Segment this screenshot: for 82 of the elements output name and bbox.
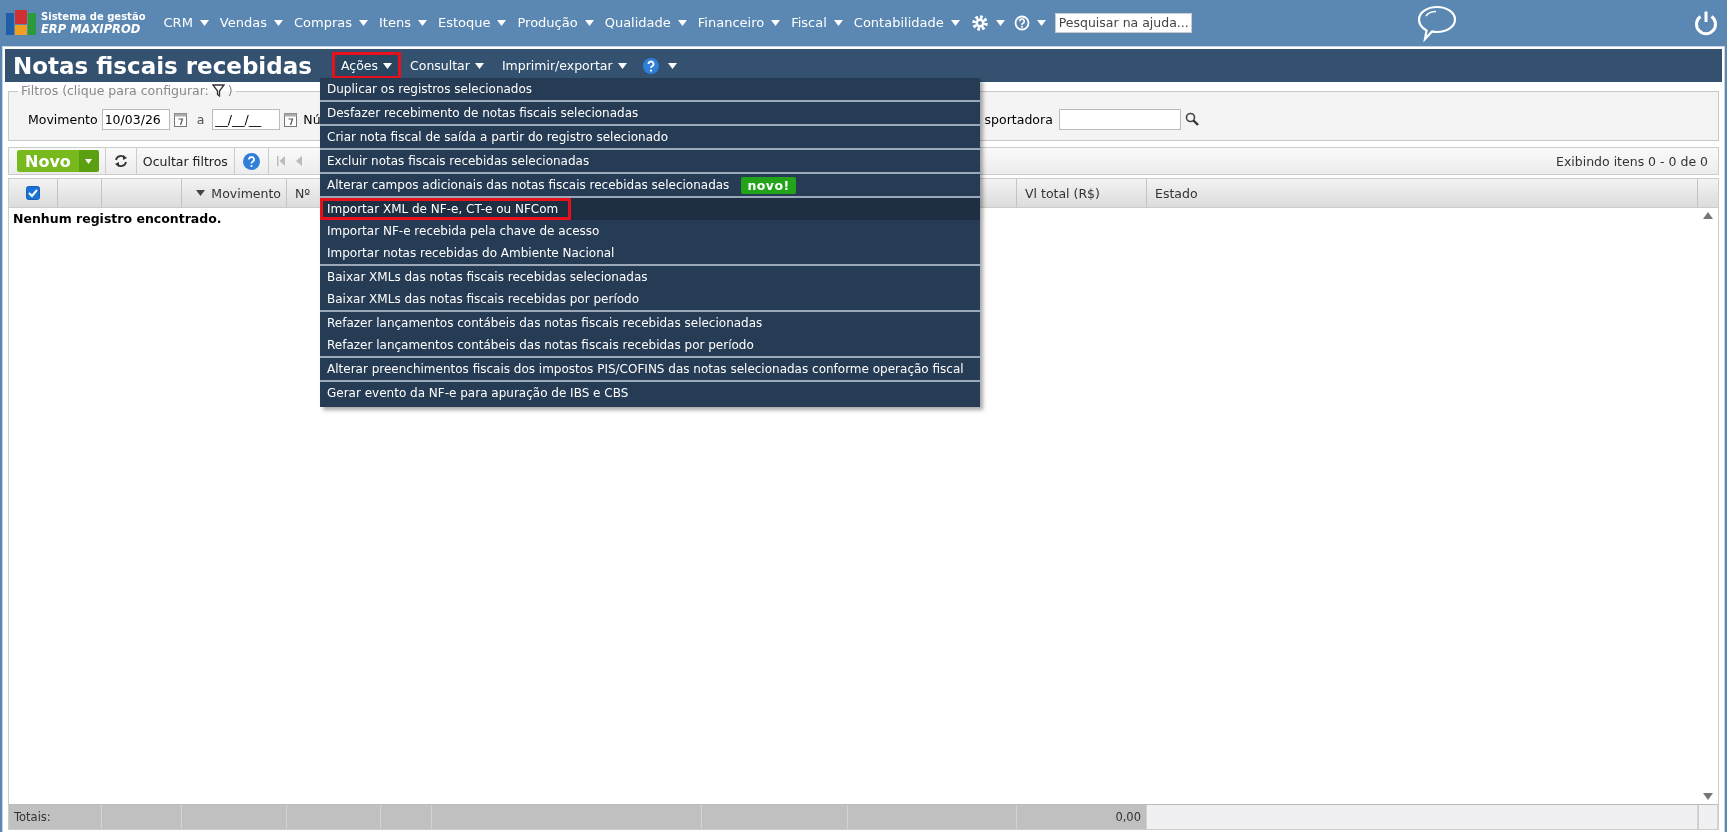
- caret-icon: [617, 62, 627, 69]
- menu-item[interactable]: Qualidade: [604, 15, 687, 30]
- total-value: 0,00: [1115, 810, 1141, 824]
- scroll-up-icon[interactable]: [1703, 212, 1713, 219]
- menu-item[interactable]: Compras: [293, 15, 368, 30]
- menu-item[interactable]: Importar notas recebidas do Ambiente Nacional: [320, 242, 980, 264]
- menu-item[interactable]: Vendas: [219, 15, 283, 30]
- menu-item[interactable]: Produção: [517, 15, 594, 30]
- new-badge: novo!: [741, 176, 796, 194]
- help-icon[interactable]: [641, 56, 660, 75]
- totals-label: Totais:: [14, 810, 51, 824]
- menu-item[interactable]: CRM: [163, 15, 209, 30]
- caret-icon: [667, 62, 677, 69]
- caret-icon: [833, 19, 843, 26]
- caret-icon: [771, 19, 781, 26]
- logo-title: ERP MAXIPROD: [41, 22, 141, 35]
- menu-item[interactable]: Importar XML de NF-e, CT-e ou NFCom: [320, 198, 572, 220]
- caret-icon: [677, 19, 687, 26]
- filter-label: a: [196, 111, 205, 127]
- menu-item[interactable]: Baixar XMLs das notas fiscais recebidas selecionadas: [320, 266, 980, 288]
- filter-label: Movimento: [28, 111, 98, 127]
- caret-icon: [474, 62, 484, 69]
- record-count: Exibindo itens 0 - 0 de 0: [1556, 153, 1708, 169]
- caret-icon: [995, 19, 1005, 26]
- menu-item[interactable]: Importar NF-e recebida pela chave de acesso: [320, 220, 980, 242]
- hide-filters-button[interactable]: Ocultar filtros: [136, 153, 234, 169]
- caret-icon: [273, 19, 283, 26]
- menu-item[interactable]: Gerar evento da NF-e para apuração de IBS e CBS: [320, 382, 980, 404]
- menu-item[interactable]: Duplicar os registros selecionados: [320, 78, 980, 100]
- caret-icon: [497, 19, 507, 26]
- logo-subtitle: Sistema de gestão: [41, 10, 146, 23]
- menu-item[interactable]: Fiscal: [791, 15, 843, 30]
- menu-item[interactable]: Financeiro: [697, 15, 781, 30]
- empty-message: Nenhum registro encontrado.: [13, 211, 222, 226]
- menu-item[interactable]: Alterar campos adicionais das notas fiscais recebidas selecionadas novo!: [320, 174, 980, 196]
- date-field[interactable]: 10/03/26: [101, 108, 170, 130]
- column-header[interactable]: Vl total (R$): [1025, 185, 1100, 201]
- filter-label: sportadora: [984, 111, 1053, 127]
- menu-item[interactable]: Refazer lançamentos contábeis das notas fiscais recebidas por período: [320, 334, 980, 356]
- calendar-icon[interactable]: [173, 111, 187, 127]
- page-title: Notas fiscais recebidas: [13, 52, 312, 79]
- menu-item[interactable]: Itens: [379, 15, 427, 30]
- column-header[interactable]: Nº: [295, 185, 311, 201]
- help-search-field[interactable]: Pesquisar na ajuda...: [1054, 12, 1192, 33]
- carrier-field[interactable]: [1058, 108, 1181, 130]
- column-header[interactable]: Movimento: [196, 185, 281, 201]
- menu-item[interactable]: Contabilidade: [853, 15, 960, 30]
- help-icon[interactable]: [1013, 14, 1030, 31]
- refresh-icon[interactable]: [112, 154, 129, 168]
- caret-icon: [359, 19, 368, 26]
- menu-tab[interactable]: Ações: [331, 52, 401, 79]
- power-icon[interactable]: [1693, 9, 1719, 36]
- help-icon[interactable]: [241, 151, 261, 171]
- caret-icon: [1036, 19, 1046, 26]
- checkbox[interactable]: [26, 186, 40, 200]
- date-field[interactable]: __/__/__: [212, 108, 281, 130]
- speech-bubble-icon[interactable]: [1417, 3, 1457, 42]
- scroll-down-icon[interactable]: [1703, 793, 1713, 800]
- menu-item[interactable]: Criar nota fiscal de saída a partir do registro selecionado: [320, 126, 980, 148]
- menu-item[interactable]: Desfazer recebimento de notas fiscais selecionadas: [320, 102, 980, 124]
- calendar-icon[interactable]: [284, 111, 298, 127]
- search-icon[interactable]: [1184, 112, 1199, 126]
- filter-icon[interactable]: [211, 84, 225, 97]
- filters-legend-end: ): [227, 83, 233, 98]
- menu-item[interactable]: Estoque: [437, 15, 507, 30]
- caret-icon: [584, 19, 594, 26]
- logo-icon: [6, 9, 36, 36]
- gear-icon[interactable]: [970, 13, 989, 32]
- new-menu-button[interactable]: [78, 150, 99, 172]
- filter-label: Nú: [303, 111, 321, 127]
- caret-icon: [417, 19, 427, 26]
- menu-item[interactable]: Refazer lançamentos contábeis das notas fiscais recebidas selecionadas: [320, 312, 980, 334]
- caret-icon: [85, 158, 93, 164]
- caret-icon: [199, 19, 209, 26]
- menu-item[interactable]: Baixar XMLs das notas fiscais recebidas por período: [320, 288, 980, 310]
- column-header[interactable]: Estado: [1155, 185, 1198, 201]
- menu-tab[interactable]: Imprimir/exportar: [492, 52, 636, 79]
- caret-icon: [950, 19, 960, 26]
- menu-item[interactable]: Alterar preenchimentos fiscais dos impostos PIS/COFINS das notas selecionadas conforme operação fiscal: [320, 358, 980, 380]
- menu-tab[interactable]: Consultar: [401, 52, 493, 79]
- menu-item[interactable]: Excluir notas fiscais recebidas selecionadas: [320, 150, 980, 172]
- caret-icon: [383, 62, 392, 69]
